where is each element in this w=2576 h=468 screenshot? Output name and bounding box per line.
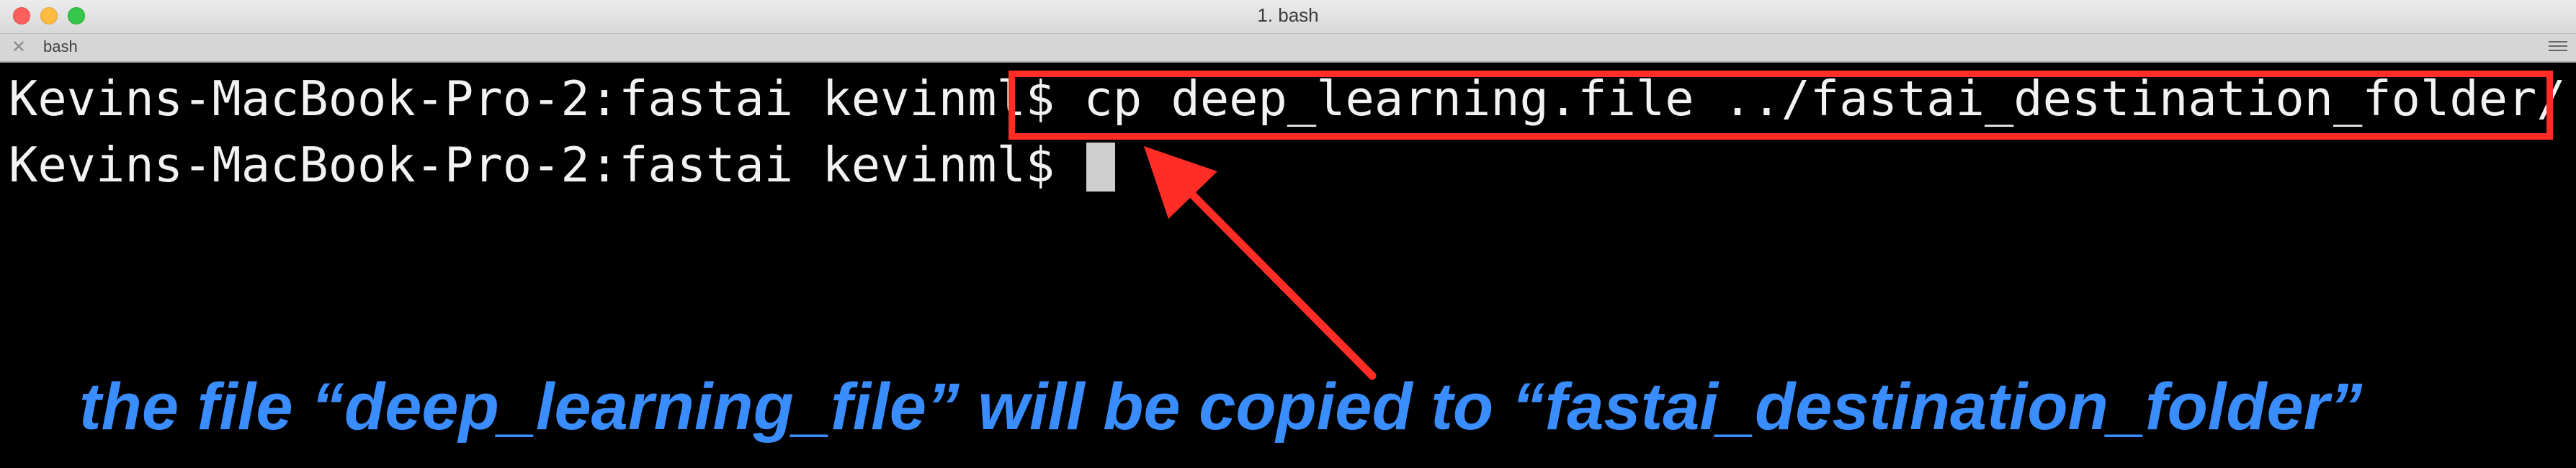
hamburger-menu-icon[interactable] [2549,41,2567,54]
terminal-line: Kevins-MacBook-Pro-2:fastai kevinml$ [9,136,1116,194]
window-title: 1. bash [1257,4,1319,26]
text-cursor [1086,143,1116,192]
command-highlight-box [1009,71,2553,140]
terminal-window: 1. bash ✕ bash Kevins-MacBook-Pro-2:fast… [0,0,2576,468]
tab-bash[interactable]: bash [43,37,78,56]
shell-prompt: Kevins-MacBook-Pro-2:fastai kevinml$ [9,71,1055,127]
title-bar[interactable]: 1. bash [0,0,2576,34]
shell-prompt: Kevins-MacBook-Pro-2:fastai kevinml$ [9,137,1084,193]
tab-bar: ✕ bash [0,34,2576,63]
close-icon[interactable]: ✕ [12,36,26,58]
annotation-caption: the file “deep_learning_file” will be co… [79,370,2363,444]
